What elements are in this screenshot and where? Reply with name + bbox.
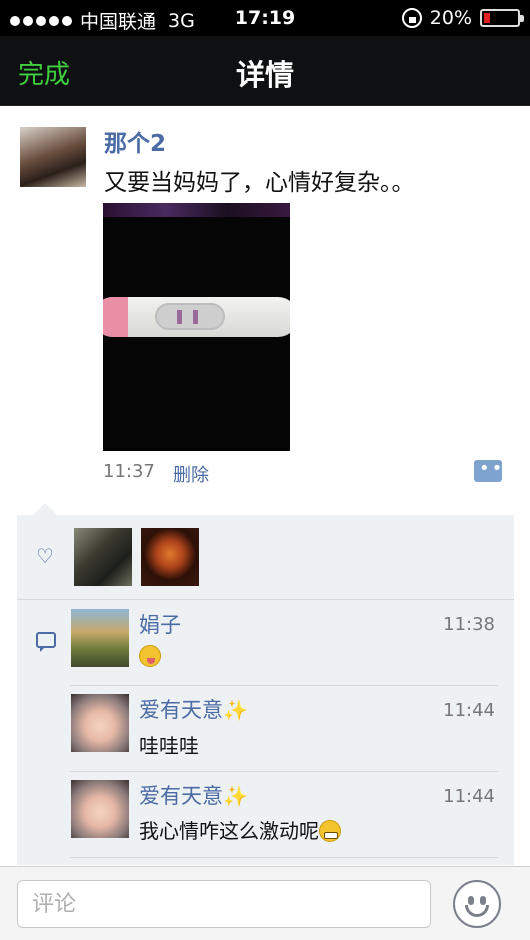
sparkle-icon: ✨ bbox=[223, 784, 248, 808]
delete-button[interactable]: 删除 bbox=[173, 461, 209, 487]
status-bar: 中国联通 3G 17:19 20% bbox=[0, 0, 530, 36]
grin-emoji-icon bbox=[319, 820, 341, 842]
liker-avatar[interactable] bbox=[74, 528, 132, 586]
commenter-name[interactable]: 爱有天意✨ bbox=[139, 780, 248, 810]
comment-text bbox=[139, 644, 161, 668]
divider bbox=[70, 857, 498, 858]
smiley-icon bbox=[480, 896, 486, 905]
comment-icon bbox=[36, 632, 56, 652]
sparkle-icon: ✨ bbox=[223, 698, 248, 722]
comment-text-body: 我心情咋这么激动呢 bbox=[139, 819, 319, 843]
battery-percent: 20% bbox=[429, 7, 472, 29]
commenter-name[interactable]: 娟子 bbox=[139, 609, 181, 639]
commenter-name[interactable]: 爱有天意✨ bbox=[139, 694, 248, 724]
panel-arrow bbox=[33, 503, 57, 515]
comment-text: 哇哇哇 bbox=[139, 734, 199, 758]
commenter-avatar[interactable] bbox=[71, 780, 129, 838]
commenter-avatar[interactable] bbox=[71, 694, 129, 752]
comment-time: 11:44 bbox=[443, 786, 495, 807]
post-photo[interactable] bbox=[103, 203, 290, 451]
stick-line bbox=[193, 310, 198, 324]
comment-time: 11:44 bbox=[443, 700, 495, 721]
tongue-emoji-icon bbox=[139, 645, 161, 667]
author-avatar[interactable] bbox=[20, 127, 86, 187]
commenter-name-text: 爱有天意 bbox=[139, 784, 223, 808]
battery-icon bbox=[480, 9, 524, 27]
heart-icon: ♡ bbox=[36, 544, 54, 568]
liker-avatar[interactable] bbox=[141, 528, 199, 586]
stick-window bbox=[155, 303, 225, 330]
nav-bar: 完成 详情 bbox=[0, 36, 530, 106]
page-title: 详情 bbox=[235, 58, 294, 92]
rotation-lock-icon bbox=[401, 8, 422, 28]
pregnancy-test-image bbox=[103, 297, 290, 337]
divider bbox=[70, 685, 498, 686]
photo-top-glow bbox=[103, 203, 290, 217]
smiley-icon bbox=[465, 905, 489, 917]
divider bbox=[70, 771, 498, 772]
comment-time: 11:38 bbox=[443, 614, 495, 635]
stick-cap bbox=[103, 297, 128, 337]
smiley-icon bbox=[468, 896, 474, 905]
post-text: 又要当妈妈了，心情好复杂。。 bbox=[104, 170, 415, 196]
emoji-button[interactable] bbox=[453, 880, 501, 928]
comment-menu-icon[interactable] bbox=[474, 458, 504, 482]
status-right: 20% bbox=[401, 7, 524, 29]
stick-line bbox=[177, 310, 182, 324]
comment-text: 我心情咋这么激动呢 bbox=[139, 815, 341, 844]
post-time: 11:37 bbox=[103, 461, 155, 482]
commenter-avatar[interactable] bbox=[71, 609, 129, 667]
comment-input[interactable] bbox=[17, 880, 431, 928]
divider bbox=[17, 599, 514, 600]
author-name[interactable]: 那个2 bbox=[104, 124, 166, 158]
commenter-name-text: 爱有天意 bbox=[139, 698, 223, 722]
battery-fill bbox=[484, 13, 490, 23]
